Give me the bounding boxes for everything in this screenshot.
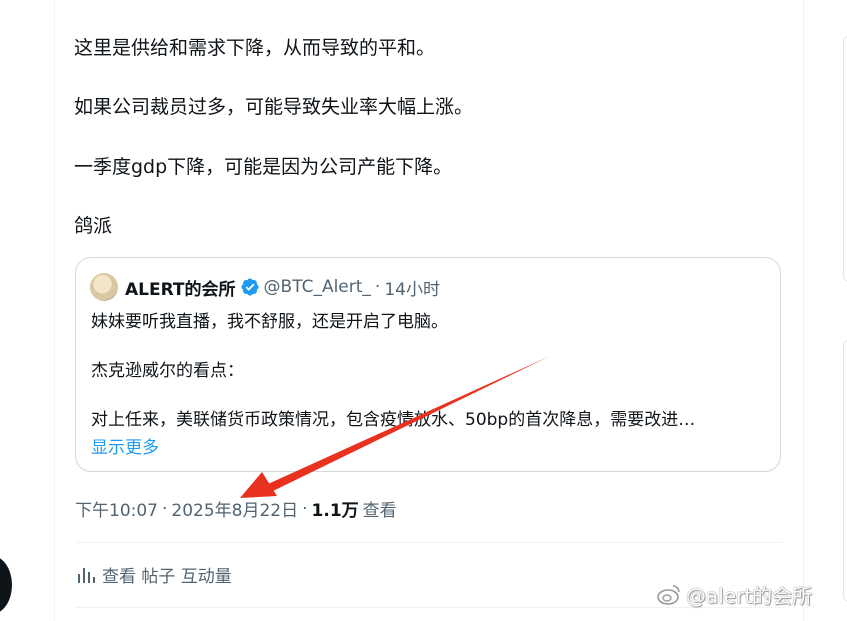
separator-dot: · — [302, 498, 308, 519]
view-engagements-button[interactable]: 查看 帖子 互动量 — [76, 562, 232, 587]
separator-dot: · — [162, 498, 168, 519]
weibo-logo-icon — [657, 584, 680, 605]
post-meta: 下午10:07 · 2025年8月22日 · 1.1万 查看 — [75, 496, 397, 522]
quoted-text-line: 妹妹要听我直播，我不舒服，还是开启了电脑。 — [91, 312, 448, 332]
post-text-line: 这里是供给和需求下降，从而导致的平和。 — [74, 37, 436, 59]
quoted-text-line: 对上任来，美联储货币政策情况，包含疫情放水、50bp的首次降息，需要改进… — [91, 410, 696, 430]
sidebar-panel — [843, 36, 847, 282]
quoted-post-time[interactable]: 14小时 — [384, 275, 440, 300]
floating-avatar-button[interactable] — [0, 556, 12, 614]
watermark: @alert的会所 — [656, 580, 812, 609]
verified-badge-icon — [240, 278, 259, 296]
avatar[interactable] — [90, 273, 118, 301]
show-more-link[interactable]: 显示更多 — [91, 433, 159, 458]
quoted-post-header: ALERT的会所 @BTC_Alert_ · 14小时 — [90, 273, 440, 301]
quoted-post-card[interactable]: ALERT的会所 @BTC_Alert_ · 14小时 妹妹要听我直播，我不舒服… — [75, 257, 781, 472]
timeline-right-border — [803, 0, 804, 621]
post-text-line: 鸽派 — [74, 215, 113, 237]
post-text-line: 如果公司裁员过多，可能导致失业率大幅上涨。 — [74, 96, 474, 118]
bar-chart-icon — [78, 567, 95, 583]
quoted-text-line: 杰克逊威尔的看点： — [91, 361, 244, 381]
views-count: 1.1万 — [311, 501, 359, 521]
view-engagements-label: 查看 帖子 互动量 — [102, 567, 232, 587]
sidebar-panel-2 — [843, 340, 847, 602]
post-date[interactable]: 2025年8月22日 — [171, 496, 298, 521]
watermark-text: @alert的会所 — [686, 584, 813, 608]
arrow-head — [240, 472, 277, 498]
post-text-line: 一季度gdp下降，可能是因为公司产能下降。 — [74, 156, 453, 178]
post-time[interactable]: 下午10:07 — [75, 496, 158, 521]
separator-dot: · — [374, 277, 381, 297]
views-label: 查看 — [362, 501, 397, 521]
quoted-author-handle[interactable]: @BTC_Alert_ — [264, 277, 371, 297]
divider — [75, 542, 783, 543]
quoted-author-name[interactable]: ALERT的会所 — [125, 275, 236, 300]
timeline-left-border — [54, 0, 55, 621]
